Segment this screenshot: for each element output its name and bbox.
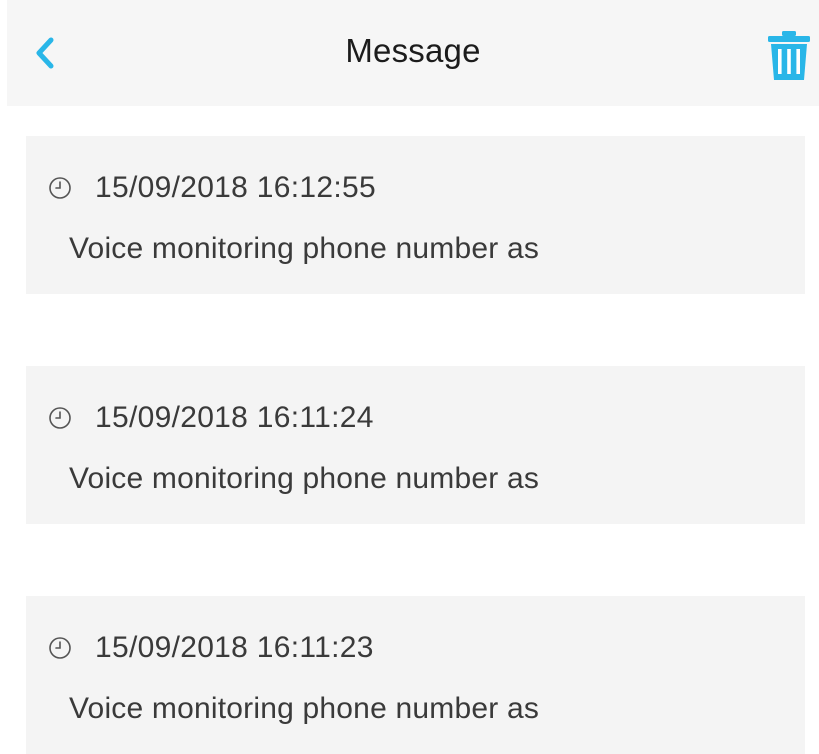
message-item[interactable]: 15/09/2018 16:11:23 Voice monitoring pho… xyxy=(26,596,805,754)
message-item[interactable]: 15/09/2018 16:11:24 Voice monitoring pho… xyxy=(26,366,805,524)
message-time-row: 15/09/2018 16:11:24 xyxy=(47,400,374,436)
message-list: 15/09/2018 16:12:55 Voice monitoring pho… xyxy=(0,0,819,754)
clock-icon xyxy=(47,635,73,661)
message-timestamp: 15/09/2018 16:11:23 xyxy=(95,631,374,664)
clock-icon xyxy=(47,175,73,201)
message-text: Voice monitoring phone number as xyxy=(69,692,540,725)
message-timestamp: 15/09/2018 16:11:24 xyxy=(95,401,374,434)
message-text: Voice monitoring phone number as xyxy=(69,232,540,265)
message-timestamp: 15/09/2018 16:12:55 xyxy=(95,171,376,204)
clock-icon xyxy=(47,405,73,431)
message-text: Voice monitoring phone number as xyxy=(69,462,540,495)
message-time-row: 15/09/2018 16:11:23 xyxy=(47,630,374,666)
message-item[interactable]: 15/09/2018 16:12:55 Voice monitoring pho… xyxy=(26,136,805,294)
message-time-row: 15/09/2018 16:12:55 xyxy=(47,170,376,206)
